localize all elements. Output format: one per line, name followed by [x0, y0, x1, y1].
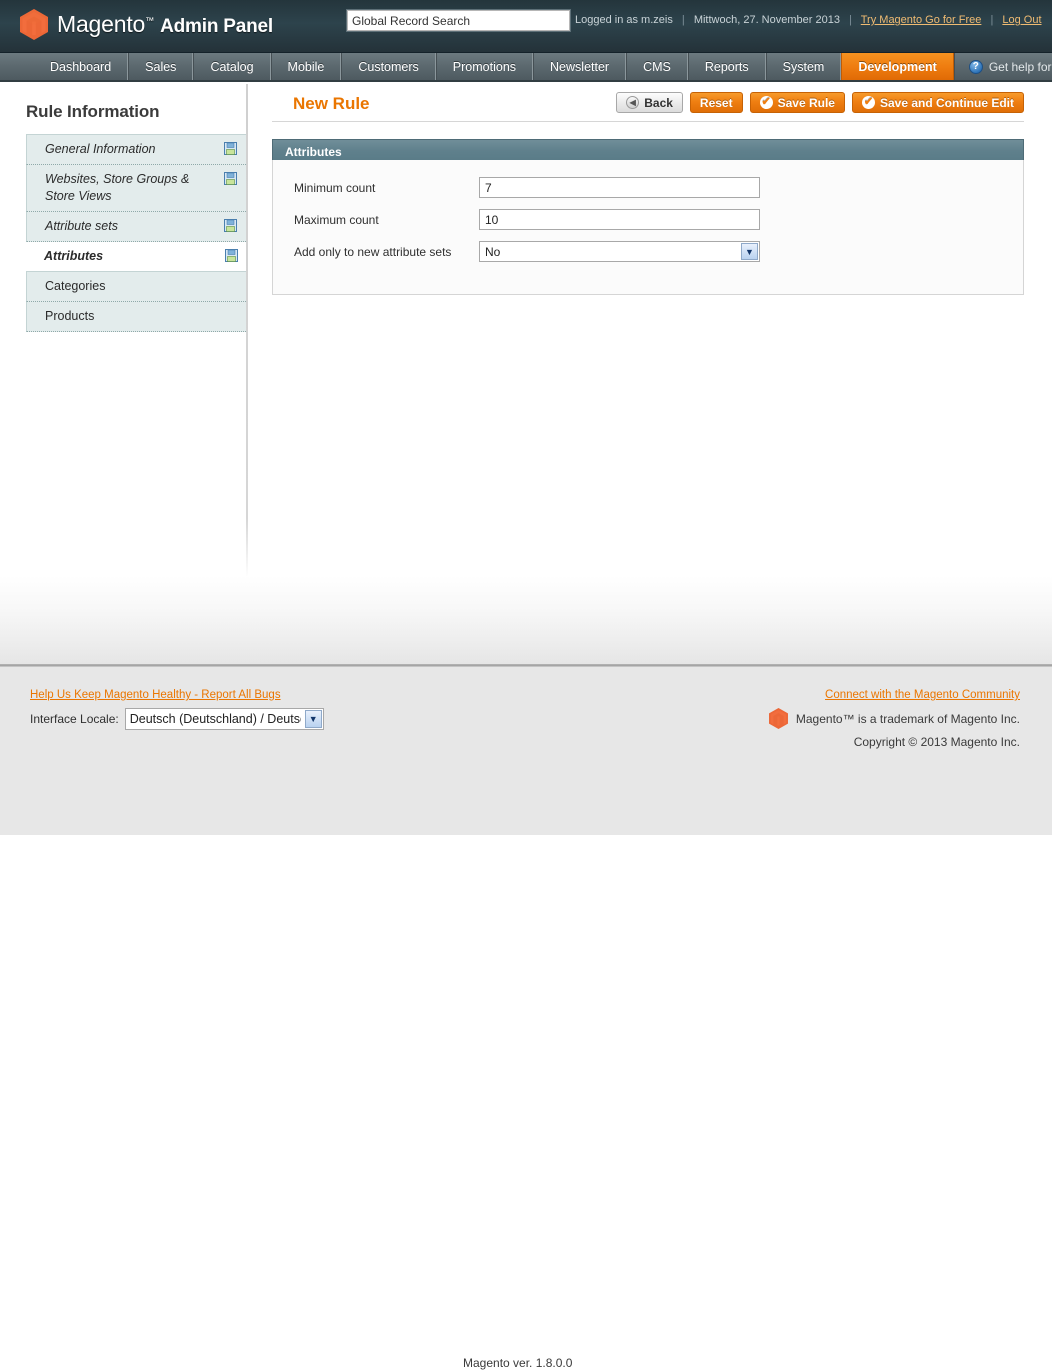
community-link[interactable]: Connect with the Magento Community	[769, 689, 1020, 701]
logged-in-label: Logged in as m.zeis	[575, 14, 673, 26]
page-title: New Rule	[293, 93, 370, 113]
sidebar-item-products[interactable]: Products	[26, 302, 248, 332]
question-mark-circle-icon: ?	[968, 59, 983, 74]
nav-item-system[interactable]: System	[765, 53, 842, 80]
save-rule-button[interactable]: ✔ Save Rule	[749, 92, 845, 113]
sidebar-item-websites-store-groups[interactable]: Websites, Store Groups & Store Views	[26, 165, 248, 212]
save-rule-button-label: Save Rule	[777, 95, 835, 110]
sidebar-item-label: General Information	[45, 142, 156, 156]
footer-right: Connect with the Magento Community Magen…	[768, 689, 1020, 749]
current-date: Mittwoch, 27. November 2013	[693, 14, 840, 26]
add-only-new-attribute-sets-label: Add only to new attribute sets	[294, 244, 452, 259]
field-row-minimum-count: Minimum count	[273, 176, 1023, 199]
interface-locale-label: Interface Locale:	[30, 712, 119, 726]
sidebar-title: Rule Information	[26, 102, 160, 121]
sidebar-item-label: Websites, Store Groups & Store Views	[45, 172, 190, 203]
nav-item-newsletter[interactable]: Newsletter	[533, 53, 627, 80]
sidebar-item-general-information[interactable]: General Information	[26, 134, 248, 165]
sidebar-item-label: Attribute sets	[45, 219, 118, 233]
brand-logo[interactable]: Magento™ Admin Panel	[20, 9, 273, 40]
brand-tm: ™	[145, 15, 154, 26]
nav-item-promotions[interactable]: Promotions	[435, 53, 534, 80]
try-magento-go-link[interactable]: Try Magento Go for Free	[861, 14, 982, 26]
trademark-text: Magento™ is a trademark of Magento Inc.	[795, 711, 1020, 726]
get-help-label: Get help for this page	[988, 59, 1052, 74]
maximum-count-input[interactable]	[479, 209, 760, 230]
brand-title: Magento™ Admin Panel	[57, 11, 273, 38]
add-only-new-attribute-sets-wrap: No ▼	[479, 241, 760, 262]
logout-link[interactable]: Log Out	[1002, 14, 1041, 26]
report-bugs-link[interactable]: Help Us Keep Magento Healthy - Report Al…	[30, 689, 324, 701]
main-navigation: Dashboard Sales Catalog Mobile Customers…	[0, 53, 1052, 82]
attributes-panel-body: Minimum count Maximum count Add only to …	[272, 160, 1024, 295]
save-disk-icon[interactable]	[224, 219, 237, 232]
reset-button[interactable]: Reset	[689, 92, 743, 113]
nav-item-customers[interactable]: Customers	[341, 53, 436, 80]
attributes-panel: Attributes Minimum count Maximum count A…	[272, 139, 1024, 295]
global-search-input[interactable]	[346, 9, 571, 32]
sidebar-item-attribute-sets[interactable]: Attribute sets	[26, 212, 248, 242]
app-header: Magento™ Admin Panel Logged in as m.zeis…	[0, 0, 1052, 53]
nav-item-dashboard[interactable]: Dashboard	[34, 53, 129, 80]
divider-1: |	[681, 14, 685, 26]
app-footer: Help Us Keep Magento Healthy - Report Al…	[0, 667, 1052, 1370]
sidebar-item-categories[interactable]: Categories	[26, 271, 248, 302]
back-button-label: Back	[644, 95, 673, 110]
save-and-continue-button-label: Save and Continue Edit	[879, 95, 1014, 110]
brand-suffix: Admin Panel	[160, 16, 274, 37]
page-header: New Rule ◀ Back Reset ✔ Save Rule ✔ Save…	[272, 84, 1024, 122]
add-only-new-attribute-sets-select[interactable]: No	[479, 241, 760, 262]
nav-item-development[interactable]: Development	[841, 53, 954, 80]
save-disk-icon[interactable]	[224, 172, 237, 185]
back-arrow-icon: ◀	[626, 96, 640, 109]
nav-item-reports[interactable]: Reports	[687, 53, 766, 80]
interface-locale-select[interactable]: Deutsch (Deutschland) / Deutsch (Deutsch…	[124, 708, 324, 730]
get-help-link[interactable]: ? Get help for this page	[953, 53, 1052, 80]
reset-button-label: Reset	[699, 95, 733, 110]
minimum-count-label: Minimum count	[294, 180, 376, 195]
magento-hexagon-icon	[20, 9, 48, 40]
nav-item-catalog[interactable]: Catalog	[193, 53, 271, 80]
content-fade	[0, 576, 1052, 664]
check-circle-icon: ✔	[861, 96, 875, 109]
nav-item-cms[interactable]: CMS	[626, 53, 688, 80]
back-button[interactable]: ◀ Back	[616, 92, 683, 113]
trademark-row: Magento™ is a trademark of Magento Inc.	[768, 708, 1020, 729]
rule-information-sidebar: Rule Information General Information Web…	[0, 84, 248, 578]
global-search-wrap	[346, 9, 571, 32]
nav-item-mobile[interactable]: Mobile	[270, 53, 342, 80]
save-disk-icon[interactable]	[224, 142, 237, 155]
interface-locale-row: Interface Locale: Deutsch (Deutschland) …	[30, 708, 324, 730]
sidebar-item-label: Categories	[45, 279, 106, 293]
sidebar-group-primary: General Information Websites, Store Grou…	[26, 134, 248, 332]
divider-2: |	[849, 14, 852, 26]
magento-hexagon-icon	[768, 708, 788, 729]
minimum-count-input[interactable]	[479, 177, 760, 198]
divider-3: |	[990, 14, 994, 26]
magento-version: Magento ver. 1.8.0.0	[463, 1356, 573, 1370]
attributes-panel-title: Attributes	[272, 139, 1024, 160]
footer-left: Help Us Keep Magento Healthy - Report Al…	[30, 689, 324, 730]
sidebar-divider	[246, 84, 248, 578]
sidebar-item-attributes[interactable]: Attributes	[26, 242, 248, 271]
nav-item-sales[interactable]: Sales	[128, 53, 194, 80]
brand-name: Magento	[57, 11, 146, 37]
header-account-info: Logged in as m.zeis | Mittwoch, 27. Nove…	[575, 14, 1042, 26]
content-area: Rule Information General Information Web…	[0, 84, 1052, 578]
sidebar-item-label: Attributes	[44, 249, 104, 263]
sidebar-item-label: Products	[45, 309, 95, 323]
interface-locale-wrap: Deutsch (Deutschland) / Deutsch (Deutsch…	[124, 708, 324, 730]
copyright-text: Copyright © 2013 Magento Inc.	[853, 735, 1020, 749]
save-disk-icon[interactable]	[225, 249, 238, 262]
check-circle-icon: ✔	[759, 96, 773, 109]
maximum-count-label: Maximum count	[294, 212, 379, 227]
main-panel: New Rule ◀ Back Reset ✔ Save Rule ✔ Save…	[272, 84, 1024, 295]
save-and-continue-button[interactable]: ✔ Save and Continue Edit	[851, 92, 1024, 113]
field-row-maximum-count: Maximum count	[273, 208, 1023, 231]
field-row-add-only-new-attribute-sets: Add only to new attribute sets No ▼	[273, 240, 1023, 263]
page-action-buttons: ◀ Back Reset ✔ Save Rule ✔ Save and Cont…	[616, 84, 1024, 113]
